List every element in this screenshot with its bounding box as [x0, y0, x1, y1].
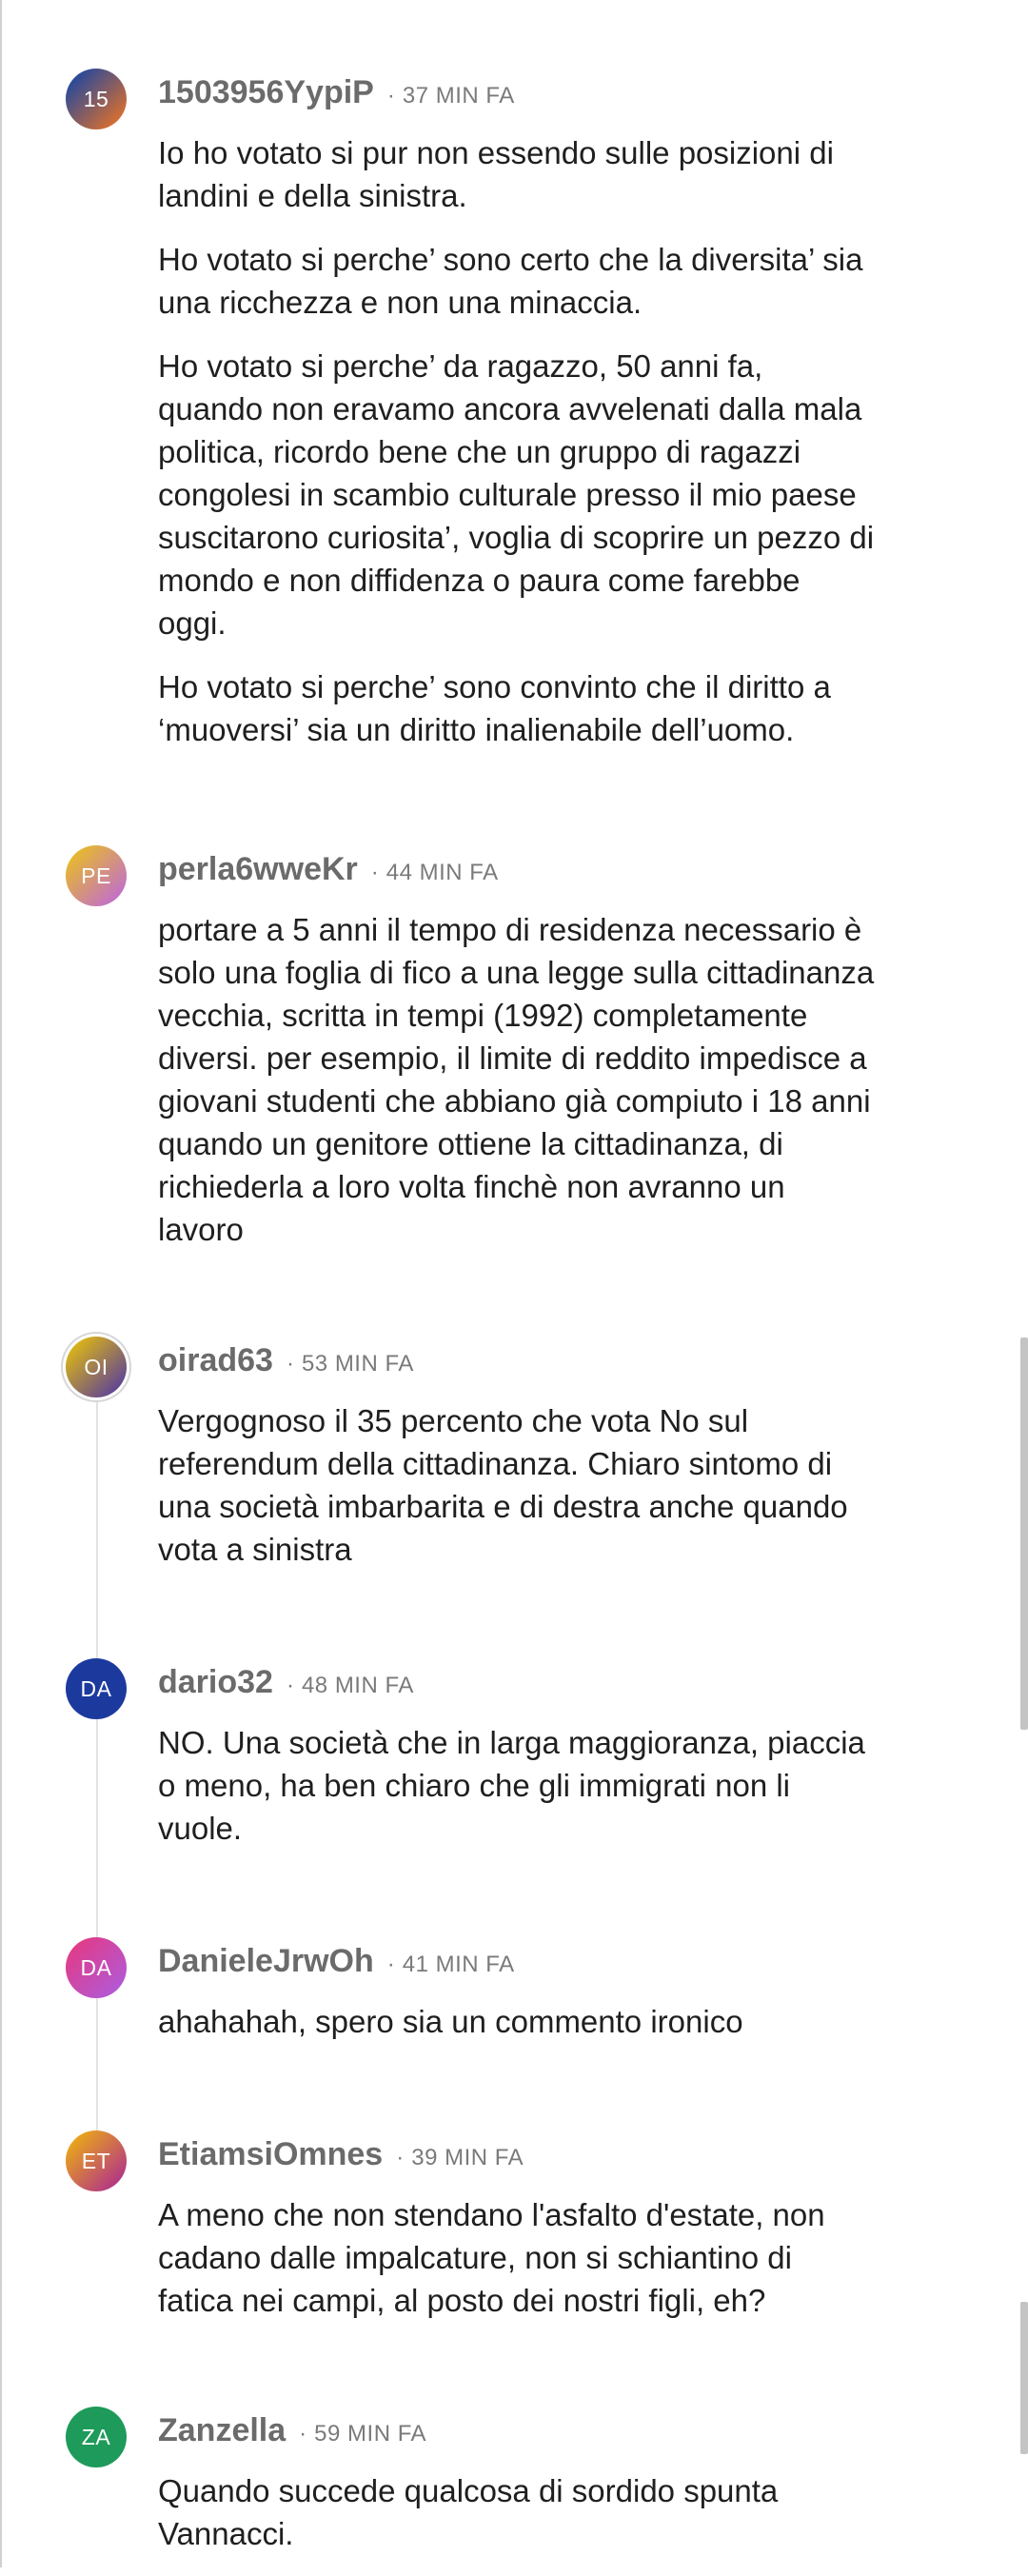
separator-dot: · — [386, 1952, 395, 1977]
username[interactable]: Zanzella — [158, 2412, 286, 2449]
timestamp: 44 MIN FA — [386, 860, 499, 885]
comment-paragraph: Io ho votato si pur non essendo sulle po… — [158, 135, 834, 213]
separator-dot: · — [386, 83, 395, 109]
comment-body: portare a 5 anni il tempo di residenza n… — [158, 908, 977, 1272]
comment-meta: dario32 · 48 MIN FA — [158, 1664, 414, 1701]
reply-thread-line — [96, 1399, 98, 2151]
avatar-initials: DA — [80, 1954, 112, 1980]
username[interactable]: DanieleJrwOh — [158, 1943, 374, 1980]
comment-meta: 1503956YypiP · 37 MIN FA — [158, 74, 515, 111]
avatar[interactable]: OI — [66, 1337, 127, 1397]
avatar-initials: ZA — [81, 2424, 111, 2449]
scrollbar[interactable] — [1018, 0, 1028, 2567]
timestamp: 41 MIN FA — [402, 1952, 515, 1977]
comment-paragraph: Ho votato si perche’ sono convinto che i… — [158, 669, 831, 747]
comment-meta: perla6wweKr · 44 MIN FA — [158, 851, 499, 888]
avatar[interactable]: DA — [66, 1658, 127, 1719]
timestamp: 39 MIN FA — [411, 2145, 524, 2170]
separator-dot: · — [286, 1673, 294, 1698]
comment-body: A meno che non stendano l'asfalto d'esta… — [158, 2193, 977, 2343]
comment-meta: Zanzella · 59 MIN FA — [158, 2412, 426, 2449]
comment-body: Vergognoso il 35 percento che vota No su… — [158, 1399, 977, 1592]
comment-paragraph: Quando succede qualcosa di sordido spunt… — [158, 2473, 779, 2551]
timestamp: 48 MIN FA — [301, 1673, 414, 1698]
avatar[interactable]: ET — [66, 2130, 127, 2191]
username[interactable]: oirad63 — [158, 1342, 273, 1379]
username[interactable]: perla6wweKr — [158, 851, 358, 888]
avatar-initials: PE — [81, 862, 111, 888]
comment-paragraph: A meno che non stendano l'asfalto d'esta… — [158, 2197, 825, 2318]
avatar-initials: 15 — [83, 86, 109, 111]
avatar[interactable]: PE — [66, 845, 127, 906]
comment-meta: DanieleJrwOh · 41 MIN FA — [158, 1943, 515, 1980]
comment-paragraph: portare a 5 anni il tempo di residenza n… — [158, 912, 875, 1247]
separator-dot: · — [396, 2145, 405, 2170]
timestamp: 53 MIN FA — [301, 1351, 414, 1377]
comment-paragraph: NO. Una società che in larga maggioranza… — [158, 1725, 865, 1846]
username[interactable]: dario32 — [158, 1664, 273, 1701]
comment-paragraph: Ho votato si perche’ da ragazzo, 50 anni… — [158, 348, 875, 641]
separator-dot: · — [286, 1351, 294, 1377]
scrollbar-thumb[interactable] — [1020, 1338, 1028, 1730]
avatar[interactable]: 15 — [66, 69, 127, 129]
comment-body: NO. Una società che in larga maggioranza… — [158, 1721, 977, 1871]
page-left-border — [0, 0, 2, 2567]
timestamp: 37 MIN FA — [402, 83, 515, 109]
comment-paragraph: ahahahah, spero sia un commento ironico — [158, 2004, 743, 2039]
username[interactable]: EtiamsiOmnes — [158, 2136, 383, 2173]
scrollbar-thumb[interactable] — [1020, 2302, 1028, 2454]
comment-paragraph: Ho votato si perche’ sono certo che la d… — [158, 242, 863, 320]
timestamp: 59 MIN FA — [314, 2421, 427, 2447]
comment-body: ahahahah, spero sia un commento ironico — [158, 2000, 977, 2064]
avatar-initials: DA — [80, 1675, 112, 1701]
separator-dot: · — [299, 2421, 307, 2447]
avatar-initials: OI — [84, 1354, 109, 1379]
comment-meta: EtiamsiOmnes · 39 MIN FA — [158, 2136, 524, 2173]
avatar-initials: ET — [81, 2148, 111, 2173]
username[interactable]: 1503956YypiP — [158, 74, 374, 111]
comment-body: Quando succede qualcosa di sordido spunt… — [158, 2469, 977, 2576]
avatar[interactable]: ZA — [66, 2407, 127, 2467]
comment-paragraph: Vergognoso il 35 percento che vota No su… — [158, 1403, 848, 1567]
comment-meta: oirad63 · 53 MIN FA — [158, 1342, 414, 1379]
avatar[interactable]: DA — [66, 1937, 127, 1998]
comment-body: Io ho votato si pur non essendo sulle po… — [158, 131, 977, 772]
separator-dot: · — [370, 860, 379, 885]
